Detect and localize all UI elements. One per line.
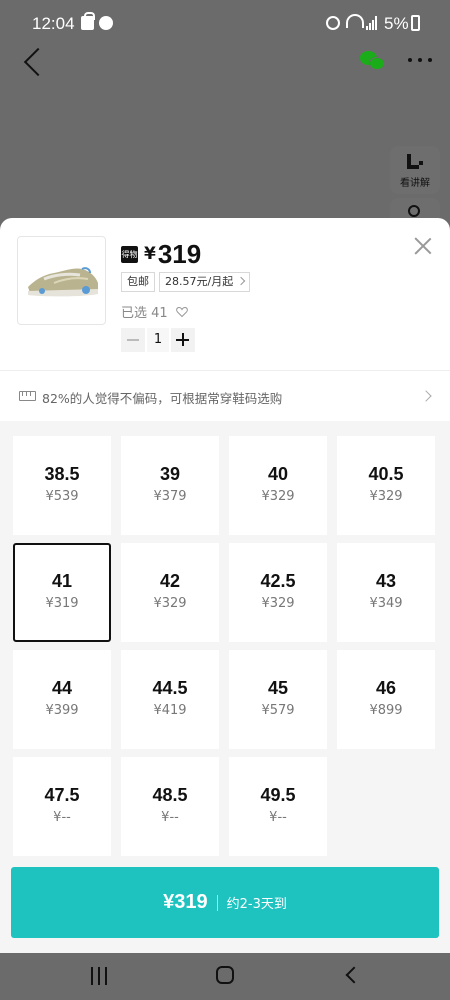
size-option-41[interactable]: 41 ¥319 bbox=[13, 543, 111, 642]
size-price: ¥-- bbox=[161, 810, 179, 825]
size-option-46[interactable]: 46 ¥899 bbox=[337, 650, 435, 749]
size-value: 44 bbox=[51, 678, 73, 698]
wifi-icon bbox=[346, 14, 364, 28]
size-option-44-5[interactable]: 44.5 ¥419 bbox=[121, 650, 219, 749]
chevron-right-icon bbox=[420, 390, 432, 402]
size-price: ¥329 bbox=[261, 596, 295, 611]
price-row: 得物 ¥ 319 bbox=[121, 239, 201, 269]
brand-badge: 得物 bbox=[121, 245, 138, 263]
home-icon[interactable] bbox=[216, 966, 234, 984]
size-option-44[interactable]: 44 ¥399 bbox=[13, 650, 111, 749]
size-fit-text: 82%的人觉得不偏码，可根据常穿鞋码选购 bbox=[42, 391, 283, 406]
buy-price: ¥319 bbox=[163, 891, 208, 913]
system-navigation-bar bbox=[0, 953, 450, 1000]
delivery-estimate: 约2-3天到 bbox=[226, 897, 287, 912]
size-value: 44.5 bbox=[152, 678, 188, 698]
back-arrow-icon[interactable] bbox=[23, 47, 53, 77]
currency-symbol: ¥ bbox=[144, 244, 156, 264]
size-price: ¥539 bbox=[45, 489, 79, 504]
status-time: 12:04 bbox=[32, 14, 75, 33]
size-fit-tip[interactable]: 82%的人觉得不偏码，可根据常穿鞋码选购 bbox=[0, 371, 450, 421]
size-value: 45 bbox=[267, 678, 289, 698]
selected-label: 已选 41 bbox=[121, 306, 168, 321]
size-price: ¥579 bbox=[261, 703, 295, 718]
product-thumbnail bbox=[17, 236, 106, 325]
size-option-42[interactable]: 42 ¥329 bbox=[121, 543, 219, 642]
decrease-quantity-button[interactable] bbox=[121, 328, 145, 352]
sneaker-image bbox=[28, 267, 98, 297]
size-value: 48.5 bbox=[152, 785, 188, 805]
size-value: 40 bbox=[267, 464, 289, 484]
buy-button[interactable]: ¥319 约2-3天到 bbox=[11, 867, 439, 938]
size-option-47-5[interactable]: 47.5 ¥-- bbox=[13, 757, 111, 856]
profile-icon bbox=[99, 16, 113, 30]
quantity-stepper: 1 bbox=[121, 328, 195, 352]
chevron-right-icon bbox=[236, 276, 246, 286]
signal-icon bbox=[366, 14, 378, 30]
size-price: ¥419 bbox=[153, 703, 187, 718]
explain-label: 看讲解 bbox=[400, 178, 430, 189]
share-icon bbox=[408, 205, 420, 217]
size-option-43[interactable]: 43 ¥349 bbox=[337, 543, 435, 642]
size-value: 47.5 bbox=[44, 785, 80, 805]
size-option-45[interactable]: 45 ¥579 bbox=[229, 650, 327, 749]
price-chips: 包邮 28.57元/月起 bbox=[121, 272, 251, 292]
selected-size-summary: 已选 41 bbox=[121, 302, 188, 321]
size-price: ¥-- bbox=[53, 810, 71, 825]
battery-icon bbox=[411, 15, 420, 31]
wechat-icon[interactable] bbox=[360, 51, 386, 71]
installment-chip[interactable]: 28.57元/月起 bbox=[159, 272, 251, 292]
alarm-icon bbox=[326, 16, 340, 30]
quantity-value: 1 bbox=[147, 328, 169, 352]
size-value: 42.5 bbox=[260, 571, 296, 591]
size-price: ¥329 bbox=[261, 489, 295, 504]
explain-button[interactable]: 看讲解 bbox=[390, 146, 440, 194]
size-option-40[interactable]: 40 ¥329 bbox=[229, 436, 327, 535]
status-bar: 12:04 5% bbox=[0, 0, 450, 48]
size-value: 39 bbox=[159, 464, 181, 484]
recent-apps-icon[interactable] bbox=[90, 967, 108, 985]
size-option-39[interactable]: 39 ¥379 bbox=[121, 436, 219, 535]
size-value: 43 bbox=[375, 571, 397, 591]
separator bbox=[216, 894, 218, 911]
size-value: 49.5 bbox=[260, 785, 296, 805]
size-price: ¥899 bbox=[369, 703, 403, 718]
size-price: ¥319 bbox=[45, 596, 79, 611]
heart-icon[interactable] bbox=[175, 306, 188, 318]
size-option-40-5[interactable]: 40.5 ¥329 bbox=[337, 436, 435, 535]
size-selection-sheet: 得物 ¥ 319 包邮 28.57元/月起 已选 41 1 82%的人觉得不偏码… bbox=[0, 218, 450, 953]
size-value: 42 bbox=[159, 571, 181, 591]
back-icon[interactable] bbox=[345, 966, 363, 984]
size-option-42-5[interactable]: 42.5 ¥329 bbox=[229, 543, 327, 642]
size-value: 38.5 bbox=[44, 464, 80, 484]
size-price: ¥349 bbox=[369, 596, 403, 611]
size-price: ¥329 bbox=[369, 489, 403, 504]
size-price: ¥329 bbox=[153, 596, 187, 611]
product-price: 319 bbox=[157, 238, 202, 269]
size-price: ¥379 bbox=[153, 489, 187, 504]
free-shipping-chip: 包邮 bbox=[121, 272, 155, 292]
size-option-49-5[interactable]: 49.5 ¥-- bbox=[229, 757, 327, 856]
size-option-38-5[interactable]: 38.5 ¥539 bbox=[13, 436, 111, 535]
size-price: ¥399 bbox=[45, 703, 79, 718]
size-value: 40.5 bbox=[368, 464, 404, 484]
battery-level: 5% bbox=[384, 14, 409, 33]
close-icon[interactable] bbox=[412, 235, 434, 257]
size-value: 46 bbox=[375, 678, 397, 698]
shopping-bag-icon bbox=[81, 12, 95, 30]
increase-quantity-button[interactable] bbox=[171, 328, 195, 352]
size-value: 41 bbox=[51, 571, 73, 591]
more-options-icon[interactable] bbox=[408, 58, 434, 64]
share-button[interactable] bbox=[390, 198, 440, 220]
ruler-icon bbox=[19, 391, 36, 401]
explain-icon bbox=[407, 154, 423, 169]
size-option-48-5[interactable]: 48.5 ¥-- bbox=[121, 757, 219, 856]
size-price: ¥-- bbox=[269, 810, 287, 825]
